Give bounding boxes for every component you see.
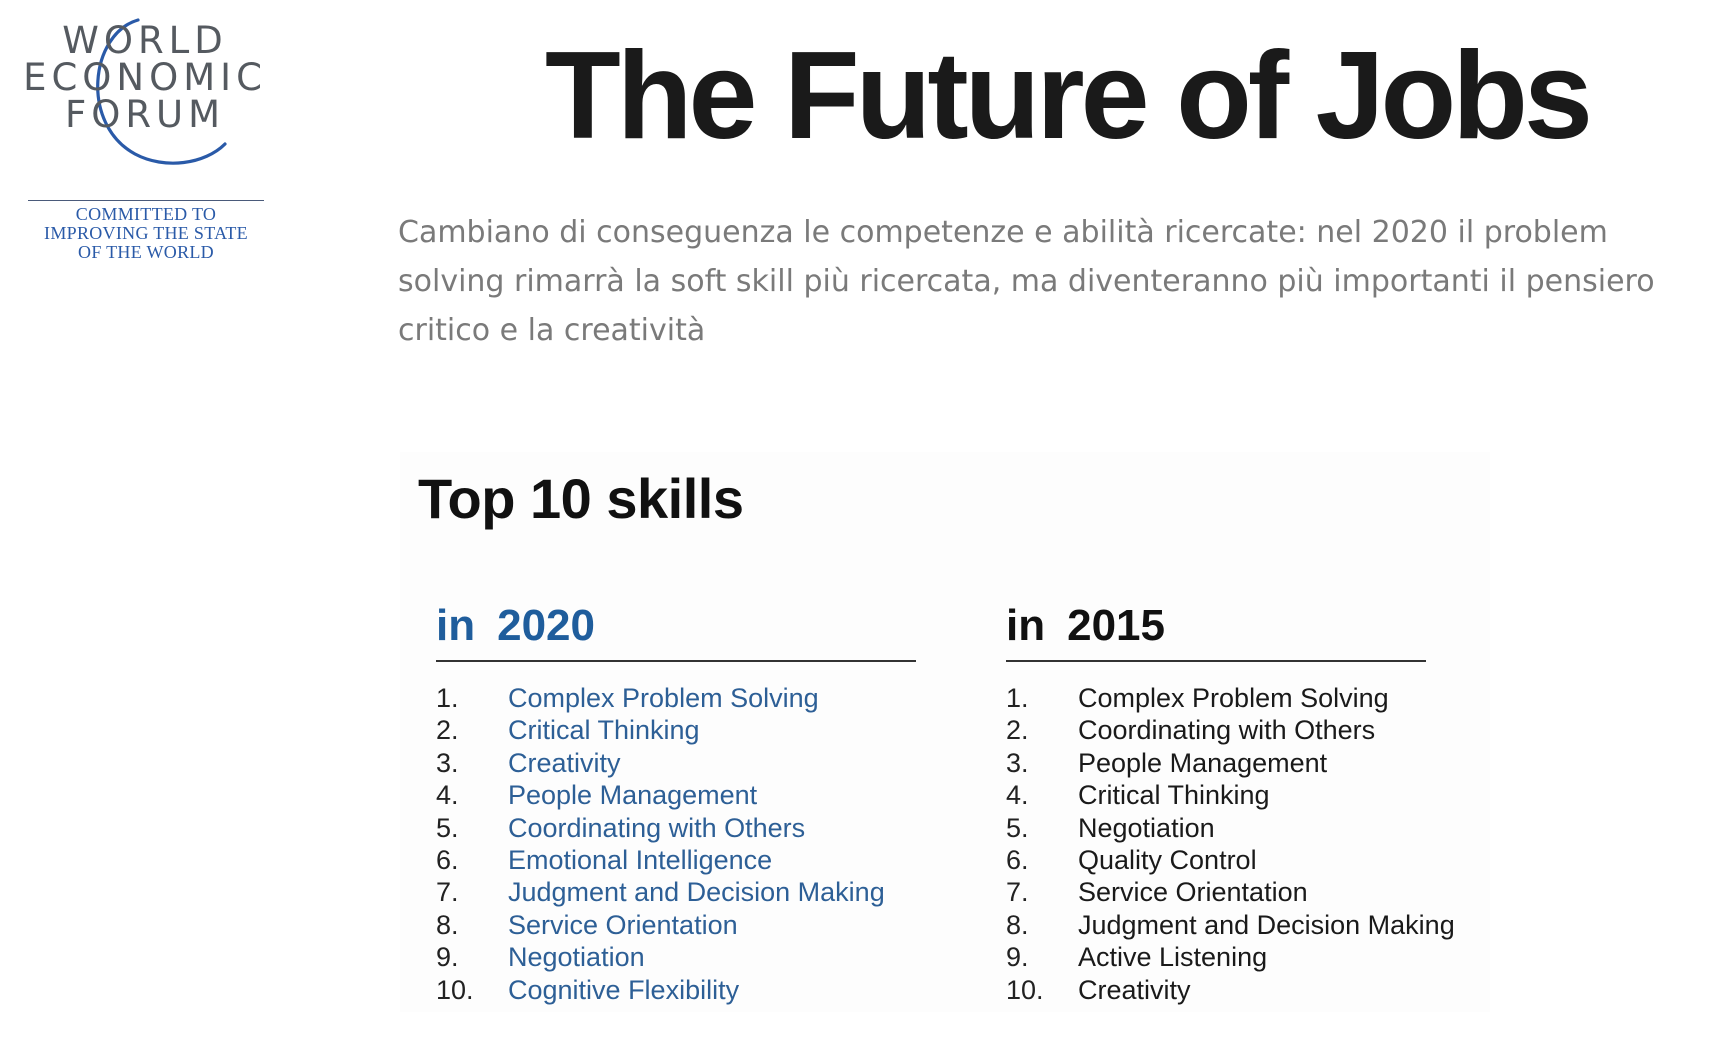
skill-rank: 5. [1006, 812, 1029, 843]
skill-item: 5. Negotiation [1006, 812, 1426, 844]
skill-name: Judgment and Decision Making [508, 877, 885, 908]
skill-item: 2. Critical Thinking [436, 714, 916, 746]
skill-item: 7. Judgment and Decision Making [436, 876, 916, 908]
logo-word-forum: FORUM [64, 93, 226, 136]
skill-rank: 9. [1006, 942, 1029, 973]
skill-item: 10. Creativity [1006, 974, 1426, 1006]
skill-rank: 7. [436, 877, 459, 908]
skill-name: Cognitive Flexibility [508, 974, 740, 1005]
skill-name: Negotiation [508, 942, 645, 973]
skill-item: 4. Critical Thinking [1006, 779, 1426, 811]
logo-word-economic: ECONOMIC [23, 56, 267, 99]
skill-rank: 1. [1006, 683, 1029, 713]
skill-item: 1. Complex Problem Solving [1006, 682, 1426, 714]
skills-column-2020: in 2020 1. Complex Problem Solving 2. Criti… [436, 602, 916, 1006]
skill-rank: 5. [436, 812, 459, 843]
skill-rank: 9. [436, 942, 459, 973]
skill-rank: 8. [436, 909, 459, 940]
skill-name: Critical Thinking [1078, 780, 1270, 811]
logo-word-world: WORLD [62, 19, 228, 62]
skill-name: Complex Problem Solving [1078, 683, 1389, 713]
skill-item: 3. People Management [1006, 747, 1426, 779]
skill-name: Negotiation [1078, 812, 1215, 843]
skill-name: People Management [508, 780, 758, 811]
skill-rank: 8. [1006, 909, 1029, 940]
logo-tagline-line: COMMITTED TO [75, 204, 217, 224]
column-header-in: in [1006, 601, 1046, 650]
column-header-2020: in 2020 [436, 602, 916, 660]
skill-item: 7. Service Orientation [1006, 876, 1426, 908]
skill-item: 8. Service Orientation [436, 909, 916, 941]
skill-rank: 10. [1006, 974, 1044, 1005]
skill-item: 2. Coordinating with Others [1006, 714, 1426, 746]
skill-item: 1. Complex Problem Solving [436, 682, 916, 714]
skill-rank: 6. [436, 844, 459, 875]
skill-name: Coordinating with Others [508, 812, 806, 843]
skill-item: 5. Coordinating with Others [436, 812, 916, 844]
skill-rank: 3. [1006, 747, 1029, 778]
skill-list-2015: 1. Complex Problem Solving 2. Coordinating… [1006, 682, 1455, 1006]
column-header-in: in [436, 601, 476, 650]
column-header-2015: in 2015 [1006, 602, 1426, 660]
logo-tagline-line: OF THE WORLD [78, 242, 214, 262]
skill-name: People Management [1078, 747, 1328, 778]
skill-name: Active Listening [1078, 942, 1268, 973]
column-divider [1006, 660, 1426, 662]
skill-name: Judgment and Decision Making [1078, 909, 1455, 940]
skill-name: Complex Problem Solving [508, 683, 819, 713]
skill-name: Coordinating with Others [1078, 715, 1376, 746]
skill-name: Creativity [508, 747, 621, 778]
skill-rank: 1. [436, 683, 459, 713]
skill-rank: 7. [1006, 877, 1029, 908]
skill-rank: 2. [1006, 715, 1029, 746]
skill-item: 9. Active Listening [1006, 941, 1426, 973]
skill-rank: 4. [436, 780, 459, 811]
skill-item: 9. Negotiation [436, 941, 916, 973]
column-header-year: 2020 [497, 601, 595, 650]
skills-column-2015: in 2015 1. Complex Problem Solving 2. Coord… [1006, 602, 1455, 1006]
skill-item: 6. Emotional Intelligence [436, 844, 916, 876]
column-header-year: 2015 [1067, 601, 1165, 650]
skill-name: Critical Thinking [508, 715, 700, 746]
skill-name: Creativity [1078, 974, 1191, 1005]
page-title: The Future of Jobs [545, 27, 1593, 165]
subtitle-paragraph: Cambiano di conseguenza le competenze e … [398, 215, 1655, 348]
skill-item: 3. Creativity [436, 747, 916, 779]
skill-item: 6. Quality Control [1006, 844, 1426, 876]
skill-rank: 2. [436, 715, 459, 746]
skill-rank: 6. [1006, 844, 1029, 875]
skill-name: Emotional Intelligence [508, 844, 773, 875]
logo-divider [28, 200, 264, 201]
skill-item: 4. People Management [436, 779, 916, 811]
skill-list-2020: 1. Complex Problem Solving 2. Critical Thi… [436, 682, 916, 1006]
skill-name: Quality Control [1078, 844, 1257, 875]
skill-rank: 4. [1006, 780, 1029, 811]
skills-panel: Top 10 skills in 2020 1. Complex Problem S… [400, 452, 1490, 1012]
logo-tagline: COMMITTED TO IMPROVING THE STATE OF THE … [20, 205, 272, 262]
wef-logo: WORLD ECONOMIC FORUM COMMITTED TO IMPROV… [20, 14, 270, 264]
logo-tagline-line: IMPROVING THE STATE [44, 223, 248, 243]
skill-rank: 3. [436, 747, 459, 778]
skill-name: Service Orientation [1078, 877, 1308, 908]
column-divider [436, 660, 916, 662]
skill-name: Service Orientation [508, 909, 738, 940]
skill-item: 10. Cognitive Flexibility [436, 974, 916, 1006]
skill-rank: 10. [436, 974, 474, 1005]
skill-item: 8. Judgment and Decision Making [1006, 909, 1455, 941]
panel-title: Top 10 skills [418, 467, 744, 530]
